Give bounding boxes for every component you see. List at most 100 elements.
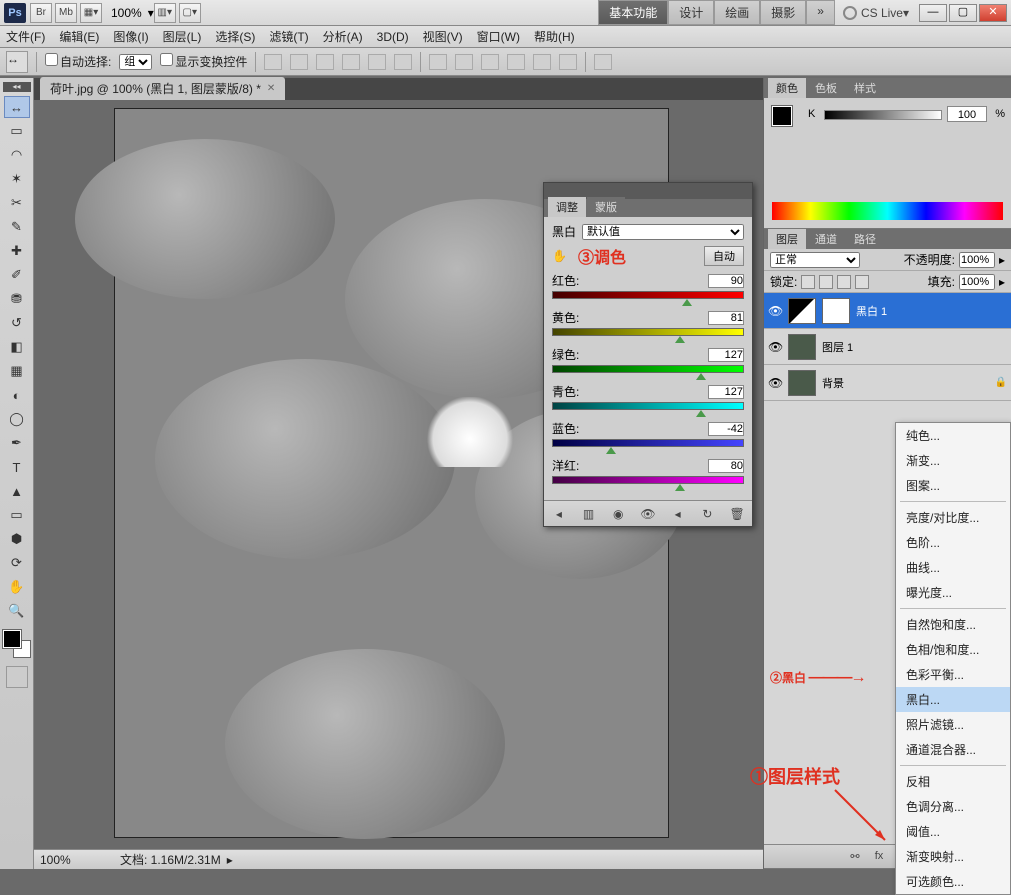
- menu-3d[interactable]: 3D(D): [377, 30, 409, 44]
- move-tool[interactable]: ↔: [4, 96, 30, 118]
- menu-layer[interactable]: 图层(L): [163, 28, 202, 45]
- show-transform-checkbox[interactable]: 显示变换控件: [160, 53, 247, 70]
- workspace-design[interactable]: 设计: [668, 0, 714, 25]
- tab-masks[interactable]: 蒙版: [587, 197, 625, 217]
- ctx-menu-item[interactable]: 通道混合器...: [896, 737, 1010, 762]
- layer-thumb[interactable]: [788, 370, 816, 396]
- align-icon[interactable]: [394, 54, 412, 70]
- align-icon[interactable]: [290, 54, 308, 70]
- bridge-button[interactable]: Br: [30, 3, 52, 23]
- k-slider[interactable]: [824, 110, 942, 120]
- slider-track[interactable]: [552, 328, 744, 336]
- ctx-menu-item[interactable]: 渐变映射...: [896, 844, 1010, 869]
- lock-position-icon[interactable]: [819, 275, 833, 289]
- shape-tool[interactable]: ▭: [4, 504, 30, 526]
- reset-icon[interactable]: ↻: [699, 507, 715, 521]
- layer-name[interactable]: 背景: [822, 375, 989, 391]
- gradient-tool[interactable]: ▦: [4, 360, 30, 382]
- ctx-menu-item[interactable]: 反相: [896, 769, 1010, 794]
- arrange-button[interactable]: ▥▾: [154, 3, 176, 23]
- menu-view[interactable]: 视图(V): [423, 28, 463, 45]
- workspace-essentials[interactable]: 基本功能: [598, 0, 668, 25]
- lock-pixels-icon[interactable]: [801, 275, 815, 289]
- slider-value[interactable]: [708, 348, 744, 362]
- visibility-icon[interactable]: 👁: [768, 340, 782, 354]
- prev-icon[interactable]: ◂: [670, 507, 686, 521]
- menu-edit[interactable]: 编辑(E): [59, 28, 99, 45]
- menu-image[interactable]: 图像(I): [113, 28, 148, 45]
- ctx-menu-item[interactable]: 图案...: [896, 473, 1010, 498]
- slider-value[interactable]: [708, 385, 744, 399]
- lock-all-icon[interactable]: [855, 275, 869, 289]
- view-icon[interactable]: 👁: [640, 507, 656, 521]
- ctx-menu-item[interactable]: 色彩平衡...: [896, 662, 1010, 687]
- cslive-button[interactable]: CS Live ▾: [843, 6, 909, 20]
- blur-tool[interactable]: ◐: [4, 384, 30, 406]
- lock-all-icon[interactable]: [837, 275, 851, 289]
- tab-swatches[interactable]: 色板: [807, 78, 845, 98]
- ctx-menu-item[interactable]: 色阶...: [896, 530, 1010, 555]
- workspace-photography[interactable]: 摄影: [760, 0, 806, 25]
- layer-thumb[interactable]: [788, 334, 816, 360]
- blend-mode-select[interactable]: 正常: [770, 252, 860, 268]
- menu-window[interactable]: 窗口(W): [477, 28, 520, 45]
- history-brush-tool[interactable]: ↺: [4, 312, 30, 334]
- menu-select[interactable]: 选择(S): [215, 28, 255, 45]
- path-select-tool[interactable]: ▲: [4, 480, 30, 502]
- distribute-icon[interactable]: [481, 54, 499, 70]
- tab-styles[interactable]: 样式: [846, 78, 884, 98]
- hand-tool[interactable]: ✋: [4, 576, 30, 598]
- auto-align-icon[interactable]: [594, 54, 612, 70]
- ctx-menu-item[interactable]: 色相/饱和度...: [896, 637, 1010, 662]
- tab-color[interactable]: 颜色: [768, 78, 806, 98]
- slider-value[interactable]: [708, 311, 744, 325]
- slider-value[interactable]: [708, 274, 744, 288]
- ctx-menu-item[interactable]: 阈值...: [896, 819, 1010, 844]
- ctx-menu-item[interactable]: 纯色...: [896, 423, 1010, 448]
- dodge-tool[interactable]: ◯: [4, 408, 30, 430]
- quick-select-tool[interactable]: ✶: [4, 168, 30, 190]
- toolbox-toggle[interactable]: ◂◂: [3, 82, 31, 92]
- menu-filter[interactable]: 滤镜(T): [269, 28, 308, 45]
- clip-icon[interactable]: ◉: [610, 507, 626, 521]
- adj-thumb[interactable]: [788, 298, 816, 324]
- 3d-tool[interactable]: ⬢: [4, 528, 30, 550]
- spectrum-bar[interactable]: [772, 202, 1003, 220]
- align-icon[interactable]: [264, 54, 282, 70]
- ctx-menu-item[interactable]: 可选颜色...: [896, 869, 1010, 894]
- eyedropper-tool[interactable]: ✎: [4, 216, 30, 238]
- tab-paths[interactable]: 路径: [846, 229, 884, 249]
- marquee-tool[interactable]: ▭: [4, 120, 30, 142]
- workspace-more[interactable]: »: [806, 0, 835, 25]
- menu-help[interactable]: 帮助(H): [534, 28, 575, 45]
- ctx-menu-item[interactable]: 色调分离...: [896, 794, 1010, 819]
- layer-row[interactable]: 👁 黑白 1: [764, 293, 1011, 329]
- delete-icon[interactable]: 🗑: [729, 507, 745, 521]
- maximize-button[interactable]: ▢: [949, 4, 977, 22]
- distribute-icon[interactable]: [507, 54, 525, 70]
- ctx-menu-item[interactable]: 亮度/对比度...: [896, 505, 1010, 530]
- layer-row[interactable]: 👁 背景 🔒: [764, 365, 1011, 401]
- ctx-menu-item[interactable]: 曲线...: [896, 555, 1010, 580]
- menu-analysis[interactable]: 分析(A): [323, 28, 363, 45]
- expand-icon[interactable]: ▥: [581, 507, 597, 521]
- ctx-menu-item[interactable]: 渐变...: [896, 448, 1010, 473]
- slider-track[interactable]: [552, 402, 744, 410]
- workspace-painting[interactable]: 绘画: [714, 0, 760, 25]
- healing-tool[interactable]: ✚: [4, 240, 30, 262]
- ctx-menu-item[interactable]: 自然饱和度...: [896, 612, 1010, 637]
- status-zoom[interactable]: 100%: [40, 853, 90, 867]
- document-tab[interactable]: 荷叶.jpg @ 100% (黑白 1, 图层蒙版/8) *✕: [40, 77, 285, 100]
- hand-tool-icon[interactable]: ✋: [552, 249, 572, 263]
- slider-value[interactable]: [708, 459, 744, 473]
- color-swatch[interactable]: [772, 106, 792, 126]
- distribute-icon[interactable]: [559, 54, 577, 70]
- screenmode-button[interactable]: ▢▾: [179, 3, 201, 23]
- ctx-menu-item[interactable]: 黑白...: [896, 687, 1010, 712]
- visibility-icon[interactable]: 👁: [768, 304, 782, 318]
- align-icon[interactable]: [316, 54, 334, 70]
- slider-track[interactable]: [552, 439, 744, 447]
- eraser-tool[interactable]: ◧: [4, 336, 30, 358]
- tab-adjustments[interactable]: 调整: [548, 197, 586, 217]
- slider-value[interactable]: [708, 422, 744, 436]
